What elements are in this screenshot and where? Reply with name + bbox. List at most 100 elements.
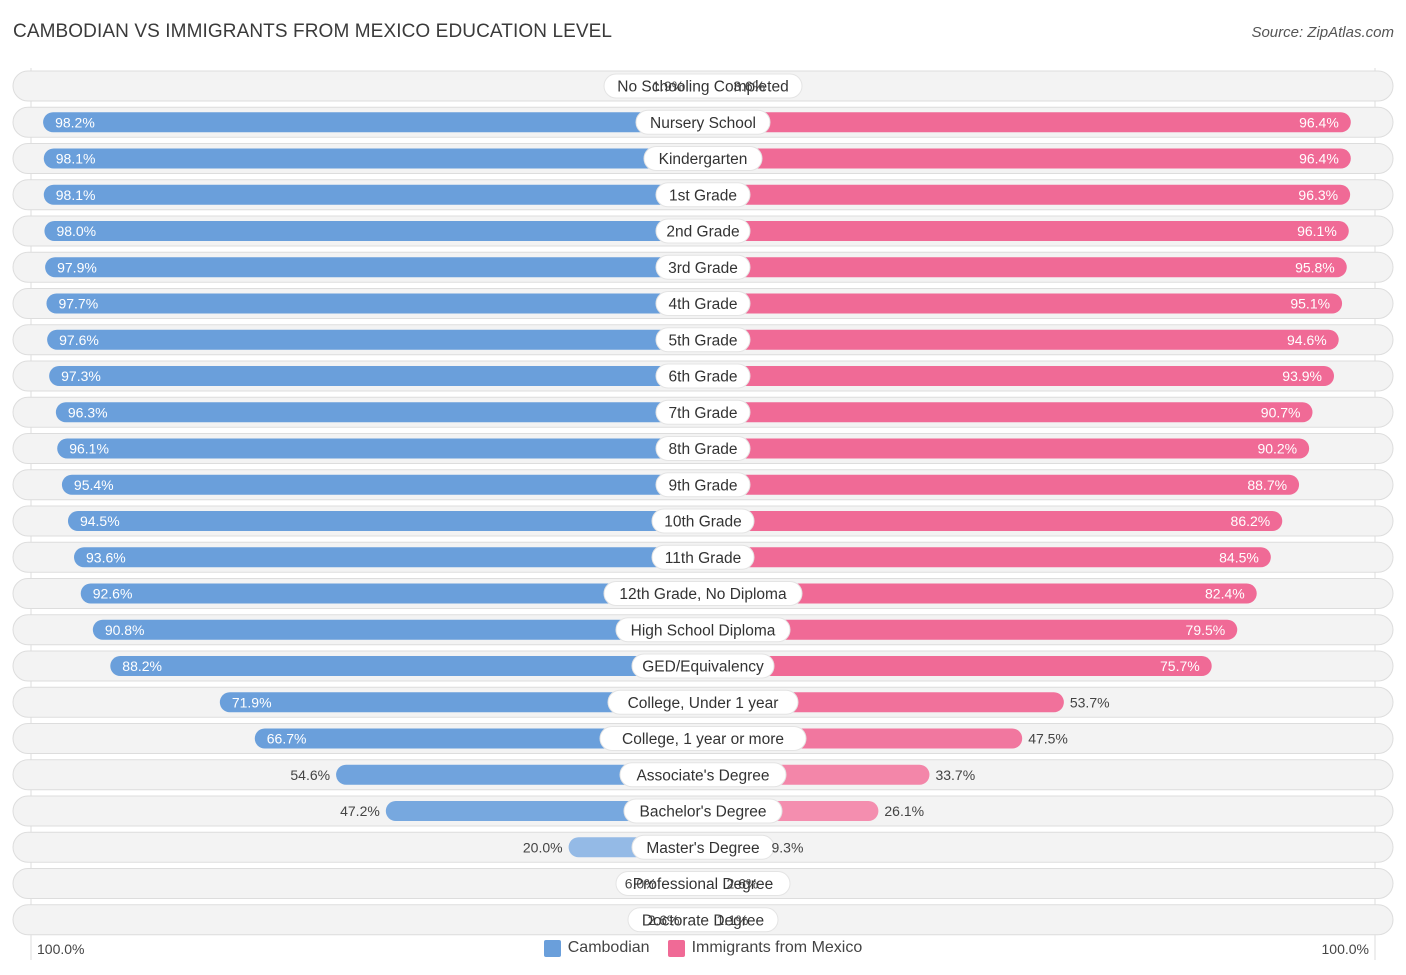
category-label-associate-s-degree: Associate's Degree [636, 767, 769, 784]
value-label-cambodian-doctorate-degree: 2.6% [648, 912, 680, 928]
value-label-immigrants-from-mexico-7th-grade: 90.7% [1261, 404, 1301, 420]
value-label-immigrants-from-mexico-4th-grade: 95.1% [1290, 296, 1330, 312]
bar-cambodian-9th-grade[interactable] [61, 474, 714, 495]
value-label-immigrants-from-mexico-10th-grade: 86.2% [1231, 513, 1271, 529]
category-label-4th-grade: 4th Grade [669, 296, 738, 313]
value-label-immigrants-from-mexico-doctorate-degree: 1.1% [716, 912, 748, 928]
bar-cambodian-5th-grade[interactable] [47, 329, 714, 350]
value-label-cambodian-1st-grade: 98.1% [56, 187, 96, 203]
bar-cambodian-10th-grade[interactable] [67, 511, 713, 531]
value-label-immigrants-from-mexico-9th-grade: 88.7% [1247, 477, 1287, 493]
legend-label-immigrants-from-mexico: Immigrants from Mexico [691, 939, 863, 956]
category-label-2nd-grade: 2nd Grade [666, 224, 739, 241]
bar-cambodian-2nd-grade[interactable] [44, 221, 713, 241]
value-label-immigrants-from-mexico-bachelor-s-degree: 26.1% [884, 803, 924, 819]
value-label-cambodian-bachelor-s-degree: 47.2% [340, 803, 380, 819]
value-label-immigrants-from-mexico-kindergarten: 96.4% [1299, 151, 1339, 167]
category-label-3rd-grade: 3rd Grade [668, 260, 738, 277]
category-label-5th-grade: 5th Grade [669, 332, 738, 349]
value-label-immigrants-from-mexico-11th-grade: 84.5% [1219, 549, 1259, 565]
category-label-10th-grade: 10th Grade [664, 514, 742, 531]
value-label-immigrants-from-mexico-college-under-1-year: 53.7% [1070, 694, 1110, 710]
category-label-bachelor-s-degree: Bachelor's Degree [639, 804, 766, 821]
value-label-immigrants-from-mexico-associate-s-degree: 33.7% [935, 767, 975, 783]
bar-immigrants-from-mexico-kindergarten[interactable] [693, 148, 1351, 169]
value-label-cambodian-10th-grade: 94.5% [80, 513, 120, 529]
bar-cambodian-7th-grade[interactable] [55, 402, 713, 423]
value-label-cambodian-5th-grade: 97.6% [59, 332, 99, 348]
value-label-immigrants-from-mexico-high-school-diploma: 79.5% [1186, 622, 1226, 638]
legend-swatch-immigrants-from-mexico [667, 939, 685, 957]
value-label-immigrants-from-mexico-12th-grade-no-diploma: 82.4% [1205, 586, 1245, 602]
value-label-immigrants-from-mexico-5th-grade: 94.6% [1287, 332, 1327, 348]
value-label-cambodian-11th-grade: 93.6% [86, 549, 126, 565]
value-label-immigrants-from-mexico-1st-grade: 96.3% [1298, 187, 1338, 203]
value-label-cambodian-7th-grade: 96.3% [68, 404, 108, 420]
legend-label-cambodian: Cambodian [567, 939, 650, 956]
category-label-6th-grade: 6th Grade [669, 369, 738, 386]
bar-immigrants-from-mexico-2nd-grade[interactable] [693, 221, 1349, 241]
category-label-college-under-1-year: College, Under 1 year [628, 695, 779, 712]
category-label-11th-grade: 11th Grade [665, 550, 741, 567]
value-label-immigrants-from-mexico-2nd-grade: 96.1% [1297, 223, 1337, 239]
value-label-cambodian-high-school-diploma: 90.8% [105, 622, 145, 638]
bar-immigrants-from-mexico-1st-grade[interactable] [693, 184, 1351, 205]
value-label-cambodian-8th-grade: 96.1% [69, 441, 109, 457]
value-label-cambodian-professional-degree: 6.0% [625, 876, 657, 892]
bar-cambodian-8th-grade[interactable] [57, 438, 713, 459]
value-label-immigrants-from-mexico-8th-grade: 90.2% [1257, 441, 1297, 457]
value-label-immigrants-from-mexico-3rd-grade: 95.8% [1295, 259, 1335, 275]
value-label-immigrants-from-mexico-professional-degree: 2.6% [726, 876, 758, 892]
bar-cambodian-11th-grade[interactable] [74, 547, 714, 568]
category-label-ged-equivalency: GED/Equivalency [642, 659, 764, 676]
bar-immigrants-from-mexico-3rd-grade[interactable] [693, 257, 1347, 278]
value-label-cambodian-college-under-1-year: 71.9% [232, 694, 272, 710]
bar-cambodian-nursery-school[interactable] [43, 112, 713, 133]
value-label-cambodian-master-s-degree: 20.0% [523, 839, 563, 855]
bar-immigrants-from-mexico-7th-grade[interactable] [693, 402, 1313, 423]
category-label-1st-grade: 1st Grade [669, 187, 737, 204]
value-label-cambodian-ged-equivalency: 88.2% [122, 658, 162, 674]
category-label-9th-grade: 9th Grade [669, 477, 738, 494]
bar-immigrants-from-mexico-9th-grade[interactable] [693, 474, 1300, 495]
category-label-8th-grade: 8th Grade [669, 441, 738, 458]
value-label-immigrants-from-mexico-no-schooling-completed: 3.6% [733, 78, 765, 94]
bar-immigrants-from-mexico-8th-grade[interactable] [693, 438, 1310, 459]
bar-immigrants-from-mexico-11th-grade[interactable] [693, 547, 1271, 568]
bar-immigrants-from-mexico-6th-grade[interactable] [693, 366, 1335, 386]
category-label-12th-grade-no-diploma: 12th Grade, No Diploma [619, 586, 787, 603]
category-label-college-1-year-or-more: College, 1 year or more [622, 731, 784, 748]
bar-cambodian-kindergarten[interactable] [43, 148, 713, 169]
value-label-cambodian-associate-s-degree: 54.6% [290, 767, 330, 783]
legend-item-immigrants-from-mexico[interactable]: Immigrants from Mexico [667, 939, 863, 957]
legend-item-cambodian[interactable]: Cambodian [543, 939, 650, 957]
category-label-kindergarten: Kindergarten [659, 151, 748, 168]
bar-immigrants-from-mexico-5th-grade[interactable] [693, 329, 1339, 350]
value-label-cambodian-college-1-year-or-more: 66.7% [267, 731, 307, 747]
bar-immigrants-from-mexico-nursery-school[interactable] [693, 112, 1351, 133]
bar-cambodian-6th-grade[interactable] [49, 366, 714, 386]
value-label-immigrants-from-mexico-ged-equivalency: 75.7% [1160, 658, 1200, 674]
value-label-cambodian-4th-grade: 97.7% [58, 296, 98, 312]
value-label-cambodian-nursery-school: 98.2% [55, 114, 95, 130]
legend-swatch-cambodian [543, 939, 561, 957]
bar-cambodian-4th-grade[interactable] [46, 293, 714, 314]
category-label-master-s-degree: Master's Degree [646, 840, 759, 857]
value-label-immigrants-from-mexico-6th-grade: 93.9% [1282, 368, 1322, 384]
value-label-cambodian-kindergarten: 98.1% [56, 151, 96, 167]
legend: Cambodian Immigrants from Mexico [0, 939, 1406, 957]
value-label-immigrants-from-mexico-master-s-degree: 9.3% [771, 839, 803, 855]
category-label-7th-grade: 7th Grade [669, 405, 738, 422]
bar-immigrants-from-mexico-4th-grade[interactable] [693, 293, 1343, 314]
bar-immigrants-from-mexico-10th-grade[interactable] [693, 511, 1283, 531]
value-label-cambodian-12th-grade-no-diploma: 92.6% [93, 586, 133, 602]
bar-cambodian-3rd-grade[interactable] [45, 257, 713, 278]
value-label-cambodian-9th-grade: 95.4% [74, 477, 114, 493]
chart-canvas: No Schooling Completed1.9% 3.6%Nursery Sc… [12, 68, 1394, 960]
value-label-cambodian-2nd-grade: 98.0% [56, 223, 96, 239]
bar-cambodian-ged-equivalency[interactable] [110, 656, 713, 676]
value-label-immigrants-from-mexico-nursery-school: 96.4% [1299, 114, 1339, 130]
bar-cambodian-1st-grade[interactable] [43, 184, 713, 205]
value-label-cambodian-6th-grade: 97.3% [61, 368, 101, 384]
value-label-cambodian-3rd-grade: 97.9% [57, 259, 97, 275]
